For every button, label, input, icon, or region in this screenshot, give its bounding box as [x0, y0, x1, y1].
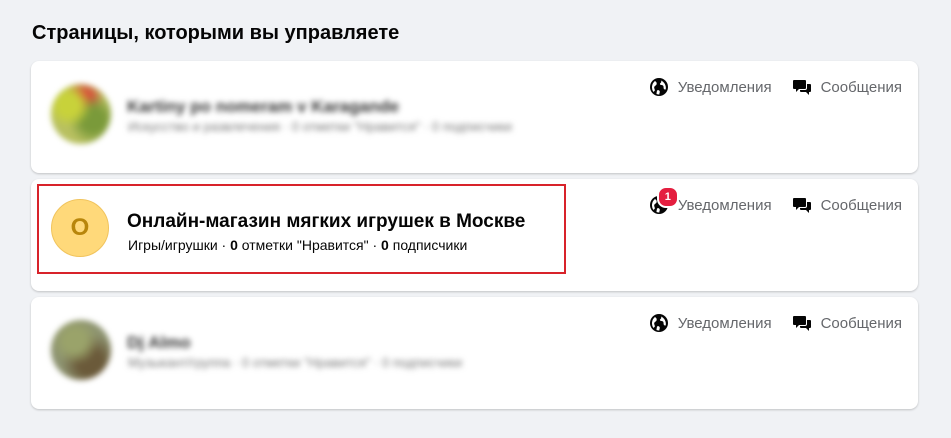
page-name[interactable]: Kartiny po nomeram v Karagande [127, 95, 399, 119]
page-avatar[interactable]: О [51, 199, 109, 257]
notifications-button[interactable]: Уведомления [649, 77, 772, 97]
page-actions: Уведомления Сообщения [649, 77, 902, 97]
page-title: Страницы, которыми вы управляете [32, 22, 400, 44]
page-meta: Искусство и развлечения · 0 отметки "Нра… [128, 119, 512, 134]
page-card: О Онлайн-магазин мягких игрушек в Москве… [31, 179, 918, 291]
likes-label: отметки "Нравится" [241, 237, 369, 253]
page-actions: Уведомления Сообщения [649, 313, 902, 333]
globe-icon [649, 77, 669, 97]
notifications-label: Уведомления [677, 196, 772, 214]
followers-label: подписчики [392, 237, 468, 253]
page-avatar[interactable] [51, 320, 111, 380]
notifications-button[interactable]: Уведомления [649, 313, 772, 333]
page-category: Игры/игрушки [128, 237, 218, 253]
speech-bubbles-icon [792, 77, 812, 97]
messages-button[interactable]: Сообщения [792, 313, 902, 333]
notifications-label: Уведомления [677, 314, 772, 332]
page-meta: Игры/игрушки · 0 отметки "Нравится" · 0 … [128, 237, 468, 253]
page-card: Dj Almo Музыкант/группа · 0 отметки "Нра… [31, 297, 918, 409]
speech-bubbles-icon [792, 195, 812, 215]
page-name[interactable]: Dj Almo [127, 331, 191, 355]
notifications-button[interactable]: 1 Уведомления [649, 186, 772, 215]
messages-label: Сообщения [820, 314, 902, 332]
page-meta: Музыкант/группа · 0 отметки "Нравится" ·… [128, 355, 463, 370]
page-avatar[interactable] [51, 84, 111, 144]
globe-icon [649, 313, 669, 333]
speech-bubbles-icon [792, 313, 812, 333]
page-card: Kartiny po nomeram v Karagande Искусство… [31, 61, 918, 173]
page-name[interactable]: Онлайн-магазин мягких игрушек в Москве [127, 210, 525, 234]
likes-count: 0 [230, 237, 238, 253]
page-actions: 1 Уведомления Сообщения [649, 186, 902, 215]
messages-label: Сообщения [820, 196, 902, 214]
followers-count: 0 [381, 237, 389, 253]
messages-button[interactable]: Сообщения [792, 195, 902, 215]
messages-button[interactable]: Сообщения [792, 77, 902, 97]
notification-badge: 1 [656, 186, 679, 208]
messages-label: Сообщения [820, 78, 902, 96]
notifications-label: Уведомления [677, 78, 772, 96]
globe-icon: 1 [649, 186, 679, 215]
